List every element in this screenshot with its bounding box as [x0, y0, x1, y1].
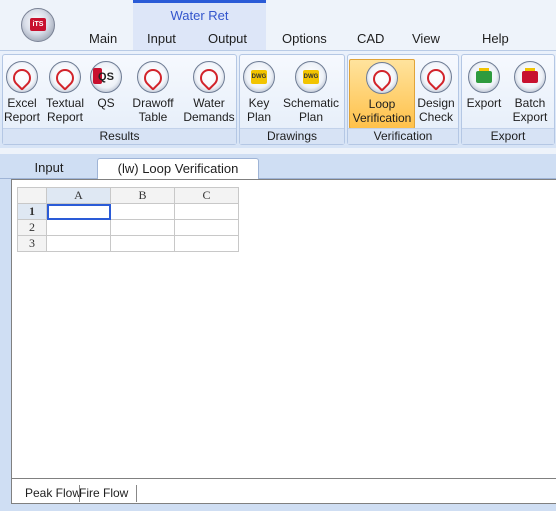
button-label: Export — [466, 96, 502, 110]
cell-a3[interactable] — [46, 235, 111, 252]
cell-b3[interactable] — [110, 235, 175, 252]
contextual-tab-accent — [133, 0, 266, 3]
cell-c3[interactable] — [174, 235, 239, 252]
ribbon-group-caption: Results — [3, 128, 236, 144]
button-label: Design — [417, 96, 455, 110]
key-plan-button[interactable]: DWG Key Plan — [242, 59, 276, 127]
button-label: Loop — [368, 97, 396, 111]
column-header-a[interactable]: A — [46, 187, 111, 204]
qs-icon: QS — [90, 61, 122, 93]
button-label: QS — [97, 96, 115, 110]
doc-tab-loop-verification[interactable]: (lw) Loop Verification — [97, 158, 259, 179]
button-label: Report — [46, 110, 84, 124]
button-label: Excel — [7, 96, 37, 110]
cell-c1[interactable] — [174, 203, 239, 220]
export-icon — [468, 61, 500, 93]
document-tab-strip: Input (lw) Loop Verification — [0, 154, 556, 179]
tab-input[interactable]: Input — [147, 31, 176, 46]
app-logo-icon: iTS — [30, 18, 46, 31]
pdf-icon — [6, 61, 38, 93]
sheet-tab-fire-flow[interactable]: Fire Flow — [79, 485, 137, 502]
button-label: Schematic — [282, 96, 340, 110]
ribbon-group-export: Export Batch Export Export — [461, 54, 555, 145]
dwg-file-icon: DWG — [295, 61, 327, 93]
button-label: Plan — [298, 110, 324, 124]
doc-tab-input[interactable]: Input — [26, 158, 72, 178]
button-label: Water — [193, 96, 225, 110]
pdf-icon — [420, 61, 452, 93]
cell-b1[interactable] — [110, 203, 175, 220]
button-label: Drawoff — [132, 96, 174, 110]
button-label: Check — [418, 110, 453, 124]
excel-report-button[interactable]: Excel Report — [3, 59, 41, 127]
sheet-tab-peak-flow[interactable]: Peak Flow — [22, 485, 85, 502]
button-label: Batch — [514, 96, 546, 110]
qs-button[interactable]: QS QS — [89, 59, 123, 127]
pdf-icon — [193, 61, 225, 93]
tab-options[interactable]: Options — [282, 31, 327, 46]
tab-help[interactable]: Help — [482, 31, 509, 46]
pdf-icon — [49, 61, 81, 93]
loop-verification-button[interactable]: Loop Verification — [349, 59, 415, 129]
button-label: Key — [248, 96, 270, 110]
button-label: Verification — [352, 111, 412, 125]
tab-main[interactable]: Main — [89, 31, 117, 46]
button-label: Textual — [45, 96, 85, 110]
batch-export-icon — [514, 61, 546, 93]
row-header-1[interactable]: 1 — [17, 203, 47, 220]
tab-cad[interactable]: CAD — [357, 31, 384, 46]
water-demands-button[interactable]: Water Demands — [183, 59, 235, 127]
button-label: Table — [138, 110, 168, 124]
button-label: Export — [512, 110, 548, 124]
row-header-2[interactable]: 2 — [17, 219, 47, 236]
ribbon-group-caption: Drawings — [240, 128, 344, 144]
row-header-3[interactable]: 3 — [17, 235, 47, 252]
menu-bar — [0, 0, 556, 50]
grid-corner[interactable] — [17, 187, 47, 204]
app-logo-button[interactable]: iTS — [21, 8, 55, 42]
tab-view[interactable]: View — [412, 31, 440, 46]
textual-report-button[interactable]: Textual Report — [43, 59, 87, 127]
ribbon: Excel Report Textual Report QS QS Drawof… — [0, 50, 556, 149]
spreadsheet-grid: A B C 1 2 3 — [17, 187, 239, 252]
button-label: Report — [3, 110, 41, 124]
dwg-file-icon: DWG — [243, 61, 275, 93]
cell-a1[interactable] — [46, 203, 111, 220]
design-check-button[interactable]: Design Check — [416, 59, 456, 127]
column-header-c[interactable]: C — [174, 187, 239, 204]
schematic-plan-button[interactable]: DWG Schematic Plan — [280, 59, 342, 127]
ribbon-group-caption: Export — [462, 128, 554, 144]
contextual-tab-title: Water Ret — [170, 8, 229, 23]
column-header-b[interactable]: B — [110, 187, 175, 204]
pdf-icon — [366, 62, 398, 94]
button-label: Plan — [246, 110, 272, 124]
ribbon-group-results: Excel Report Textual Report QS QS Drawof… — [2, 54, 237, 145]
cell-b2[interactable] — [110, 219, 175, 236]
pdf-icon — [137, 61, 169, 93]
ribbon-group-drawings: DWG Key Plan DWG Schematic Plan Drawings — [239, 54, 345, 145]
tab-output[interactable]: Output — [208, 31, 247, 46]
batch-export-button[interactable]: Batch Export — [508, 59, 552, 127]
drawoff-table-button[interactable]: Drawoff Table — [127, 59, 179, 127]
export-button[interactable]: Export — [464, 59, 504, 127]
cell-a2[interactable] — [46, 219, 111, 236]
button-label: Demands — [183, 110, 235, 124]
cell-c2[interactable] — [174, 219, 239, 236]
ribbon-group-verification: Loop Verification Design Check Verificat… — [347, 54, 459, 145]
ribbon-group-caption: Verification — [348, 128, 458, 144]
